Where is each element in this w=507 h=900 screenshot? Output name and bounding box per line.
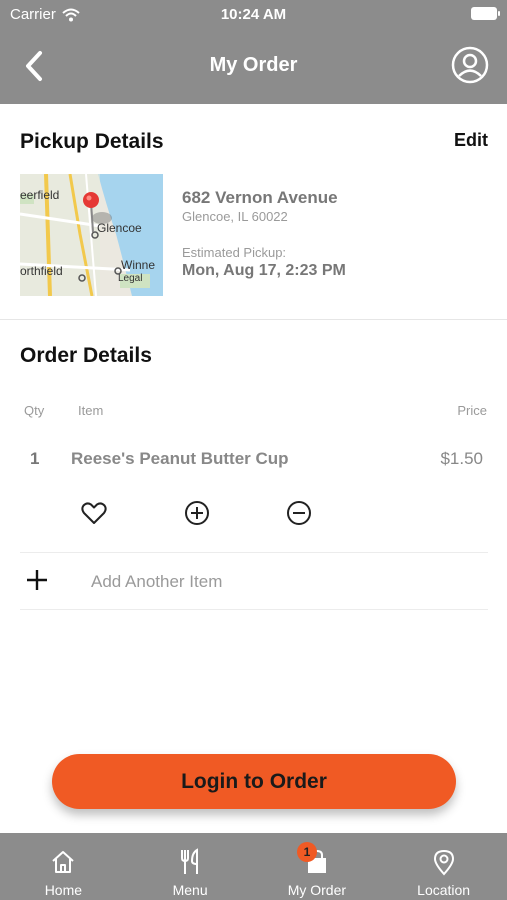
order-details-title: Order Details — [20, 344, 152, 367]
heart-icon[interactable] — [80, 499, 108, 527]
user-circle-icon[interactable] — [451, 46, 489, 84]
page-title: My Order — [209, 54, 298, 76]
column-header-price: Price — [457, 403, 487, 418]
pickup-details-section: Pickup Details Edit eerfield Glencoe ort… — [0, 104, 507, 320]
edit-button[interactable]: Edit — [454, 130, 488, 151]
tab-label: Menu — [172, 882, 208, 898]
fork-knife-icon — [181, 848, 199, 874]
map-label-town: orthfield — [20, 264, 63, 278]
map-legal-link[interactable]: Legal — [118, 273, 142, 284]
column-header-item: Item — [78, 403, 104, 418]
tab-bar: Home Menu My Order Location — [0, 833, 507, 900]
login-to-order-button[interactable]: Login to Order — [52, 754, 456, 809]
tab-home[interactable]: Home — [0, 833, 127, 900]
divider — [20, 552, 488, 553]
nav-bar: My Order — [0, 28, 507, 104]
map-label-town: eerfield — [20, 188, 60, 202]
plus-icon[interactable] — [26, 569, 48, 591]
battery-icon — [471, 7, 500, 20]
address-line-2: Glencoe, IL 60022 — [182, 209, 288, 224]
map-label-town: Winne — [121, 258, 156, 272]
tab-menu[interactable]: Menu — [127, 833, 254, 900]
add-another-item-button[interactable]: Add Another Item — [91, 572, 222, 592]
tab-label: Location — [417, 882, 471, 898]
tab-label: My Order — [287, 882, 347, 898]
tab-location[interactable]: Location — [380, 833, 507, 900]
pickup-details-title: Pickup Details — [20, 130, 164, 153]
item-quantity: 1 — [30, 449, 40, 468]
item-name: Reese's Peanut Butter Cup — [71, 449, 289, 468]
home-icon — [52, 851, 75, 873]
map-thumbnail[interactable]: eerfield Glencoe orthfield Winne Legal — [20, 174, 163, 296]
map-label-town: Glencoe — [97, 221, 142, 235]
status-bar: Carrier 10:24 AM — [0, 0, 507, 28]
minus-circle-icon[interactable] — [285, 499, 313, 527]
item-price: $1.50 — [440, 449, 483, 468]
tab-label: Home — [44, 882, 83, 898]
status-time: 10:24 AM — [220, 6, 287, 23]
estimated-pickup-label: Estimated Pickup: — [182, 245, 287, 260]
map-pin-icon — [433, 849, 454, 876]
tab-my-order[interactable]: My Order — [254, 833, 381, 900]
column-header-qty: Qty — [24, 403, 45, 418]
cart-count-badge: 1 — [297, 842, 317, 862]
estimated-pickup-value: Mon, Aug 17, 2:23 PM — [182, 262, 346, 279]
divider — [20, 609, 488, 610]
plus-circle-icon[interactable] — [183, 499, 211, 527]
address-line-1: 682 Vernon Avenue — [182, 188, 338, 207]
